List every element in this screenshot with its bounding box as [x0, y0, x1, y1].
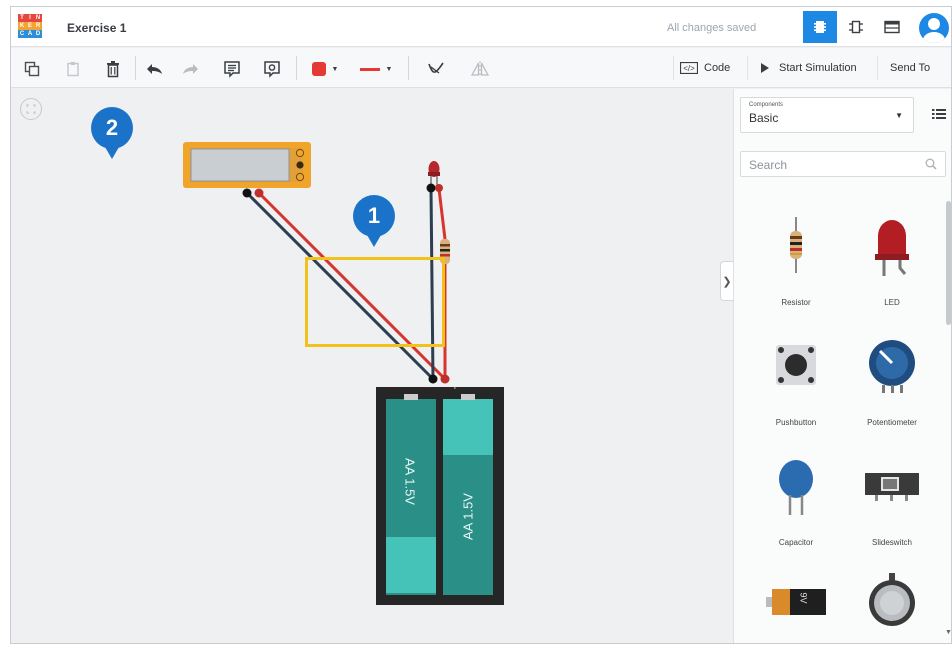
callout-marker-2: 2 [91, 107, 133, 159]
design-title[interactable]: Exercise 1 [67, 21, 126, 35]
component-label: Resistor [781, 298, 811, 307]
component-coin-cell-battery[interactable] [844, 559, 940, 643]
redo-button[interactable] [179, 58, 201, 80]
start-simulation-button[interactable]: Start Simulation [747, 56, 863, 80]
components-select-value: Basic [749, 111, 779, 125]
toolbar-separator [408, 56, 409, 80]
component-list-button[interactable] [875, 11, 909, 43]
notes-visibility-icon [264, 61, 280, 78]
panel-scrollbar-thumb[interactable] [946, 201, 951, 325]
components-select-label: Components [749, 102, 784, 108]
save-status: All changes saved [667, 22, 757, 34]
component-label: Slideswitch [871, 538, 912, 547]
delete-button[interactable] [102, 58, 124, 80]
scroll-down-icon[interactable]: ▼ [945, 629, 951, 636]
component-search-input[interactable]: Search [740, 151, 946, 177]
component-label: Capacitor [778, 538, 814, 547]
wire-color-icon [359, 67, 380, 71]
component-9v-battery[interactable]: 9V [748, 559, 844, 643]
chevron-down-icon: ▼ [331, 65, 339, 73]
led-component[interactable] [428, 161, 440, 185]
user-avatar[interactable] [919, 13, 949, 43]
tinkercad-window: TIN KER CAD Exercise 1 All changes saved [10, 6, 952, 644]
battery-pack[interactable] [376, 387, 504, 605]
wire-bend-icon [428, 62, 444, 74]
mirror-icon [470, 61, 490, 77]
battery-terminal-plus: + [452, 382, 458, 393]
toolbar-separator [296, 56, 297, 80]
edit-toolbar: ▼ ▼ </> Code Start Simulation Send To [11, 48, 951, 88]
wire-color-picker[interactable]: ▼ [353, 58, 399, 80]
slideswitch-icon [844, 439, 940, 531]
pushbutton-icon [748, 319, 844, 411]
led-icon [844, 199, 940, 291]
highlight-box [305, 257, 445, 347]
chevron-down-icon: ▼ [385, 65, 393, 73]
paste-button[interactable] [62, 58, 84, 80]
notes-button[interactable] [221, 58, 243, 80]
wire-type-button[interactable] [425, 58, 447, 80]
battery-cell-2-label: AA 1.5V [460, 493, 476, 540]
component-led[interactable]: LED [844, 199, 940, 319]
9v-battery-icon: 9V [748, 559, 844, 643]
battery-terminal-minus: − [424, 382, 430, 393]
undo-button[interactable] [144, 58, 166, 80]
code-icon: </> [680, 62, 698, 74]
components-select[interactable]: Components Basic ▼ [740, 97, 914, 133]
chevron-down-icon: ▼ [895, 111, 903, 120]
schematic-view-icon [849, 20, 863, 34]
send-to-label: Send To [890, 62, 931, 74]
list-view-button[interactable] [932, 107, 946, 125]
redo-icon [183, 64, 198, 74]
panel-collapse-tab[interactable]: ❯ [720, 261, 733, 301]
9v-battery-label: 9V [798, 592, 809, 604]
trash-icon [107, 61, 119, 78]
callout-marker-1: 1 [353, 195, 395, 247]
potentiometer-icon [844, 319, 940, 411]
fill-color-picker[interactable]: ▼ [305, 58, 345, 80]
component-capacitor[interactable]: Capacitor [748, 439, 844, 559]
list-view-icon [932, 109, 946, 119]
circuit-drawing [183, 142, 504, 605]
top-bar: TIN KER CAD Exercise 1 All changes saved [11, 7, 951, 47]
code-button[interactable]: </> Code [673, 56, 736, 80]
workplane-canvas[interactable]: − + AA 1.5V AA 1.5V 1 2 [11, 89, 720, 643]
component-slideswitch[interactable]: Slideswitch [844, 439, 940, 559]
circuit-view-button[interactable] [803, 11, 837, 43]
component-pushbutton[interactable]: Pushbutton [748, 319, 844, 439]
toggle-notes-button[interactable] [261, 58, 283, 80]
note-icon [224, 61, 240, 78]
component-potentiometer[interactable]: Potentiometer [844, 319, 940, 439]
component-label: Pushbutton [775, 418, 817, 427]
paste-icon [67, 62, 79, 77]
flip-button[interactable] [469, 58, 491, 80]
play-icon [761, 63, 769, 73]
send-to-button[interactable]: Send To [877, 56, 936, 80]
svg-text:</>: </> [683, 64, 695, 73]
schematic-view-button[interactable] [839, 11, 873, 43]
component-label: LED [884, 298, 900, 307]
resistor-icon [748, 199, 844, 291]
tinkercad-logo[interactable]: TIN KER CAD [18, 14, 42, 38]
color-swatch [311, 62, 326, 76]
component-list-icon [884, 20, 900, 34]
undo-icon [147, 64, 162, 74]
chevron-right-icon: ❯ [722, 275, 732, 288]
component-label: Potentiometer [867, 418, 917, 427]
coin-cell-battery-icon [844, 559, 940, 643]
copy-button[interactable] [21, 58, 43, 80]
battery-cell-1-label: AA 1.5V [402, 458, 418, 505]
toolbar-separator [135, 56, 136, 80]
capacitor-icon [748, 439, 844, 531]
multimeter[interactable] [183, 142, 311, 188]
search-icon [925, 158, 937, 170]
circuit-view-icon [814, 21, 826, 33]
components-panel: Components Basic ▼ Search Resistor LED P… [733, 89, 951, 643]
copy-icon [24, 61, 40, 77]
component-resistor[interactable]: Resistor [748, 199, 844, 319]
code-label: Code [704, 62, 731, 74]
search-placeholder: Search [749, 158, 788, 172]
start-simulation-label: Start Simulation [779, 62, 857, 74]
